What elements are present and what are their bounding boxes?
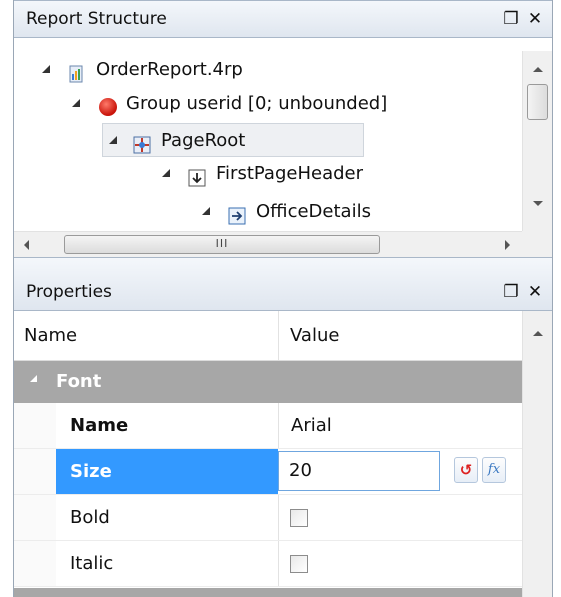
- tree-node-label: PageRoot: [161, 130, 246, 151]
- scroll-thumb[interactable]: [527, 84, 548, 120]
- category-label: Font: [56, 371, 102, 392]
- property-name: Name: [70, 415, 129, 436]
- property-row-name[interactable]: Name Arial: [14, 403, 522, 449]
- row-gutter: [14, 541, 56, 586]
- group-red-circle-icon: [98, 95, 117, 116]
- scroll-up-arrow-icon[interactable]: [533, 331, 543, 336]
- properties-vertical-scrollbar[interactable]: [522, 311, 552, 597]
- expand-icon[interactable]: [109, 136, 117, 144]
- property-name: Size: [56, 449, 278, 494]
- float-window-icon[interactable]: ❐: [500, 1, 522, 37]
- grid-header: Name Value: [14, 311, 522, 361]
- row-gutter: [14, 495, 56, 540]
- tree-node-group[interactable]: Group userid [0; unbounded]: [72, 87, 532, 121]
- report-structure-header: Report Structure ❐ ✕: [14, 0, 552, 38]
- tree-node-firstpageheader[interactable]: FirstPageHeader: [162, 157, 532, 191]
- page-header-icon: [188, 165, 206, 187]
- italic-checkbox[interactable]: [290, 555, 308, 573]
- property-row-bold[interactable]: Bold: [14, 495, 522, 541]
- expand-icon[interactable]: [72, 99, 80, 107]
- scroll-down-arrow-icon[interactable]: [533, 201, 543, 206]
- expression-fx-button[interactable]: fx: [482, 457, 506, 483]
- expand-icon[interactable]: [202, 207, 210, 215]
- reset-undo-icon[interactable]: ↺: [454, 457, 478, 483]
- category-font[interactable]: Font: [14, 361, 522, 403]
- scroll-right-arrow-icon[interactable]: [505, 240, 510, 250]
- page-root-icon: [133, 132, 151, 154]
- size-value-input[interactable]: 20: [278, 451, 440, 491]
- tree-node-label: Group userid [0; unbounded]: [126, 93, 388, 114]
- column-header-value[interactable]: Value: [290, 311, 339, 361]
- tree-node-report[interactable]: OrderReport.4rp: [42, 53, 522, 87]
- tree-node-label: OfficeDetails: [256, 201, 371, 222]
- expand-icon[interactable]: [42, 65, 50, 73]
- close-icon[interactable]: ✕: [524, 1, 546, 37]
- property-row-italic[interactable]: Italic: [14, 541, 522, 587]
- property-value-cell: [278, 541, 522, 586]
- property-row-size[interactable]: Size 20 ↺ fx: [14, 449, 522, 495]
- report-tree: OrderReport.4rp Group userid [0; unbound…: [14, 51, 552, 231]
- container-icon: [228, 203, 246, 225]
- property-name: Italic: [70, 553, 114, 574]
- tree-node-label: FirstPageHeader: [216, 163, 363, 184]
- properties-header: Properties ❐ ✕: [14, 257, 552, 311]
- tree-horizontal-scrollbar[interactable]: III: [14, 231, 522, 257]
- property-value[interactable]: Arial: [278, 403, 522, 448]
- property-value-cell: [278, 495, 522, 540]
- scroll-left-arrow-icon[interactable]: [24, 240, 29, 250]
- report-file-icon: [68, 61, 86, 83]
- tree-node-officedetails[interactable]: OfficeDetails: [202, 195, 532, 229]
- scroll-thumb[interactable]: III: [64, 235, 380, 254]
- close-icon[interactable]: ✕: [524, 274, 546, 310]
- column-divider[interactable]: [278, 311, 279, 360]
- bold-checkbox[interactable]: [290, 509, 308, 527]
- next-category-strip: [14, 588, 522, 597]
- float-window-icon[interactable]: ❐: [500, 274, 522, 310]
- row-gutter: [14, 449, 56, 494]
- tree-vertical-scrollbar[interactable]: [522, 51, 552, 231]
- scroll-up-arrow-icon[interactable]: [533, 67, 543, 72]
- column-header-name[interactable]: Name: [24, 311, 77, 361]
- collapse-icon[interactable]: [30, 375, 37, 382]
- row-gutter: [14, 403, 56, 448]
- expand-icon[interactable]: [162, 169, 170, 177]
- property-name: Bold: [70, 507, 110, 528]
- properties-grid: Name Value Font Name Arial Size 20 ↺ fx …: [14, 311, 522, 597]
- tree-node-pageroot[interactable]: PageRoot: [102, 123, 364, 157]
- report-structure-title: Report Structure: [26, 9, 167, 29]
- tree-node-label: OrderReport.4rp: [96, 59, 243, 80]
- scrollbar-corner: [522, 231, 552, 257]
